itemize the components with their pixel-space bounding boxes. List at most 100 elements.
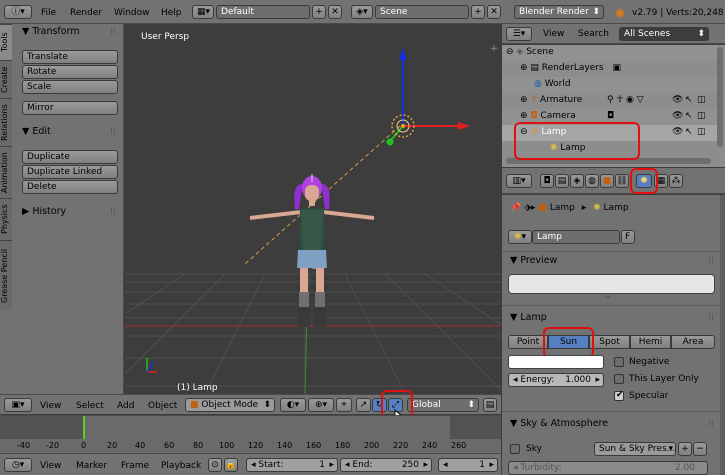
visibility-eye-icon[interactable]: 👁 — [672, 127, 683, 137]
select-arrow-icon[interactable]: ↖ — [685, 95, 693, 105]
current-frame-field[interactable]: ◂ 1 ▸ — [438, 458, 498, 472]
editor-type-timeline-button[interactable]: ◷▾ — [4, 458, 32, 472]
lamp-datablock-name-field[interactable]: Lamp — [532, 230, 620, 244]
gizmo-x-arrow[interactable] — [458, 122, 470, 130]
3d-viewport[interactable]: User Persp (1) Lamp + — [125, 24, 501, 394]
add-view-icon[interactable]: + — [489, 44, 499, 54]
tab-render-layers[interactable]: ▤ — [555, 174, 569, 188]
pivot-point-button[interactable]: ⊕▾ — [308, 398, 334, 412]
negative-checkbox[interactable] — [614, 357, 624, 367]
visibility-eye-icon[interactable]: 👁 — [672, 95, 683, 105]
add-screen-button[interactable]: + — [312, 5, 326, 19]
tab-object[interactable]: ■ — [600, 174, 614, 188]
start-frame-field[interactable]: ◂ Start: 1 ▸ — [246, 458, 338, 472]
gizmo-z-arrow[interactable] — [399, 48, 407, 60]
render-camera-icon[interactable]: ◫ — [697, 111, 706, 121]
lock-button[interactable]: 🔒 — [224, 458, 238, 472]
outliner-item-renderlayers[interactable]: ⊕ ▤ RenderLayers ▣ — [520, 63, 621, 73]
energy-field[interactable]: ◂ Energy: 1.000 ▸ — [508, 373, 604, 387]
edit-panel-header[interactable]: ▼ Edit — [22, 126, 51, 137]
menu-object[interactable]: Object — [148, 400, 177, 412]
tab-tools[interactable]: Tools — [0, 24, 12, 60]
remove-sky-preset-button[interactable]: − — [693, 442, 707, 456]
tab-particles[interactable]: ⁂ — [669, 174, 683, 188]
layers-button[interactable]: ▤ — [483, 398, 497, 412]
menu-file[interactable]: File — [41, 7, 56, 19]
select-arrow-icon[interactable]: ↖ — [685, 111, 693, 121]
lamp-type-point[interactable]: Point — [508, 335, 548, 349]
scene-field[interactable]: Scene — [375, 5, 469, 19]
properties-scrollbar[interactable] — [720, 195, 725, 475]
visibility-eye-icon[interactable]: 👁 — [672, 111, 683, 121]
current-frame-line[interactable] — [83, 416, 85, 439]
tab-constraints[interactable]: ⛓ — [615, 174, 629, 188]
specular-checkbox[interactable]: ✔ — [614, 390, 624, 401]
menu-render[interactable]: Render — [70, 7, 102, 19]
timeline-area[interactable]: -40 -20 0 20 40 60 80 100 120 140 160 18… — [0, 415, 501, 453]
menu-add[interactable]: Add — [117, 400, 134, 412]
add-scene-button[interactable]: + — [471, 5, 485, 19]
history-panel-header[interactable]: ▶ History — [22, 206, 66, 217]
drag-handle-icon[interactable]: ⁞⁞ — [706, 419, 716, 429]
outliner-menu-view[interactable]: View — [543, 28, 564, 40]
lamp-type-area[interactable]: Area — [671, 335, 715, 349]
outliner-item-scene[interactable]: ⊖ ◈ Scene — [506, 47, 554, 57]
lamp-type-hemi[interactable]: Hemi — [630, 335, 671, 349]
translate-manipulator-button[interactable]: ↗ — [356, 398, 371, 412]
mode-dropdown[interactable]: ■ Object Mode ⬍ — [185, 398, 275, 412]
lamp-color-swatch[interactable] — [508, 355, 604, 369]
sky-preset-dropdown[interactable]: Sun & Sky Pres... ▾ — [594, 442, 676, 456]
tab-render[interactable]: ◘ — [540, 174, 554, 188]
delete-screen-button[interactable]: ✕ — [328, 5, 342, 19]
tab-relations[interactable]: Relations — [0, 98, 12, 146]
tab-world[interactable]: ◍ — [585, 174, 599, 188]
outliner-scrollbar[interactable] — [717, 47, 723, 147]
rotate-button[interactable]: Rotate — [22, 65, 118, 79]
this-layer-only-checkbox[interactable] — [614, 374, 624, 384]
menu-playback[interactable]: Playback — [161, 460, 201, 472]
viewport-shading-button[interactable]: ◐▾ — [280, 398, 306, 412]
render-camera-icon[interactable]: ◫ — [697, 127, 706, 137]
tab-scene[interactable]: ◈ — [570, 174, 584, 188]
fake-user-button[interactable]: F — [621, 230, 635, 244]
duplicate-button[interactable]: Duplicate — [22, 150, 118, 164]
end-frame-field[interactable]: ◂ End: 250 ▸ — [340, 458, 432, 472]
screen-layout-icon-button[interactable]: ▦▾ — [192, 5, 214, 19]
turbidity-field[interactable]: ◂ Turbidity: 2.00 — [508, 461, 708, 475]
add-sky-preset-button[interactable]: + — [678, 442, 692, 456]
manipulator-toggle-button[interactable]: ⌖ — [336, 398, 352, 412]
preview-panel-header[interactable]: ▼ Preview — [510, 255, 557, 266]
menu-help[interactable]: Help — [161, 7, 182, 19]
tab-grease-pencil[interactable]: Grease Pencil — [0, 240, 12, 310]
editor-type-info-button[interactable]: ⓘ▾ — [4, 5, 32, 19]
resize-handle-icon[interactable]: ═ — [600, 293, 616, 303]
editor-type-3d-button[interactable]: ▣▾ — [4, 398, 32, 412]
drag-handle-icon[interactable]: ⁞⁞ — [706, 256, 716, 266]
sky-checkbox[interactable] — [510, 444, 520, 454]
gizmo-y-handle[interactable] — [386, 138, 394, 146]
scene-icon-button[interactable]: ◈▾ — [351, 5, 373, 19]
drag-handle-icon[interactable]: ⁞⁞ — [108, 207, 118, 217]
duplicate-linked-button[interactable]: Duplicate Linked — [22, 165, 118, 179]
delete-button[interactable]: Delete — [22, 180, 118, 194]
transform-panel-header[interactable]: ▼ Transform — [22, 26, 80, 37]
menu-view[interactable]: View — [40, 400, 61, 412]
transform-orientation-dropdown[interactable]: Global ⬍ — [407, 398, 479, 412]
render-camera-icon[interactable]: ◫ — [697, 95, 706, 105]
drag-handle-icon[interactable]: ⁞⁞ — [108, 127, 118, 137]
outliner-item-camera[interactable]: ⊕ ◘ Camera — [520, 111, 576, 121]
delete-scene-button[interactable]: ✕ — [487, 5, 501, 19]
tab-create[interactable]: Create — [0, 60, 12, 98]
lamp-type-spot[interactable]: Spot — [589, 335, 630, 349]
scale-button[interactable]: Scale — [22, 80, 118, 94]
lamp-datablock-browse-button[interactable]: ✺▾ — [508, 230, 532, 244]
menu-marker[interactable]: Marker — [76, 460, 107, 472]
outliner-item-world[interactable]: ◍ World — [534, 79, 571, 89]
menu-select[interactable]: Select — [76, 400, 104, 412]
tab-animation[interactable]: Animation — [0, 146, 12, 198]
drag-handle-icon[interactable]: ⁞⁞ — [706, 313, 716, 323]
editor-type-properties-button[interactable]: ▥▾ — [506, 174, 532, 188]
translate-button[interactable]: Translate — [22, 50, 118, 64]
editor-type-outliner-button[interactable]: ☰▾ — [506, 27, 532, 41]
lamp-panel-header[interactable]: ▼ Lamp — [510, 312, 547, 323]
